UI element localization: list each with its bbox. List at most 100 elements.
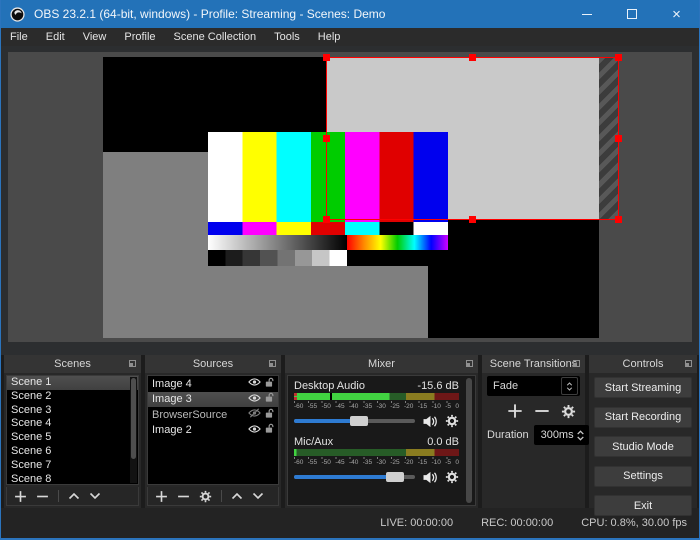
scene-row[interactable]: Scene 6	[7, 445, 138, 459]
lock-open-icon[interactable]	[265, 377, 275, 391]
speaker-icon[interactable]	[422, 471, 438, 484]
source-row-image2[interactable]: Image 2	[148, 423, 278, 439]
scene-row[interactable]: Scene 3	[7, 404, 138, 418]
resize-handle-bottom-left[interactable]	[323, 216, 330, 223]
scenes-toolbar	[6, 487, 139, 506]
visibility-eye-off-icon[interactable]	[248, 408, 261, 421]
add-source-button[interactable]	[155, 490, 168, 503]
start-recording-button[interactable]: Start Recording	[594, 406, 692, 428]
channel-name: Desktop Audio	[294, 380, 365, 392]
start-streaming-button[interactable]: Start Streaming	[594, 377, 692, 398]
scene-row[interactable]: Scene 2	[7, 390, 138, 404]
scene-row[interactable]: Scene 5	[7, 431, 138, 445]
scene-row[interactable]: Scene 7	[7, 459, 138, 473]
selection-outline[interactable]	[323, 54, 622, 223]
sources-panel: Sources Image 4 Image 3 BrowserSource Im…	[145, 355, 281, 508]
scene-canvas[interactable]	[8, 52, 692, 342]
studio-mode-button[interactable]: Studio Mode	[594, 436, 692, 457]
resize-handle-top-right[interactable]	[615, 54, 622, 61]
transition-properties-gear-icon[interactable]	[561, 404, 576, 419]
dock-row: Scenes Scene 1 Scene 2 Scene 3 Scene 4 Scene…	[1, 355, 699, 516]
resize-handle-bottom-right[interactable]	[615, 216, 622, 223]
menu-scene-collection[interactable]: Scene Collection	[165, 28, 266, 46]
scene-row[interactable]: Scene 1	[7, 376, 138, 390]
source-row-image4[interactable]: Image 4	[148, 376, 278, 392]
move-scene-up-button[interactable]	[68, 492, 80, 500]
visibility-eye-icon[interactable]	[248, 393, 261, 406]
slider-handle[interactable]	[386, 472, 405, 482]
controls-header[interactable]: Controls	[589, 355, 697, 373]
controls-panel: Controls Start Streaming Start Recording…	[589, 355, 697, 516]
resize-handle-middle-right[interactable]	[615, 135, 622, 142]
resize-handle-middle-left[interactable]	[323, 135, 330, 142]
db-scale: -60 -55 -50 -45 -40 -35 -30 -25 -20 -15 -10 -5 0	[294, 403, 459, 411]
transitions-header[interactable]: Scene Transitions	[482, 355, 585, 373]
channel-settings-gear-icon[interactable]	[445, 470, 459, 484]
mixer-header[interactable]: Mixer	[285, 355, 478, 373]
volume-meter	[294, 449, 459, 456]
maximize-button[interactable]	[609, 0, 654, 28]
menu-profile[interactable]: Profile	[115, 28, 164, 46]
move-scene-down-button[interactable]	[89, 492, 101, 500]
channel-db-value: 0.0 dB	[427, 436, 459, 448]
close-button[interactable]: ×	[654, 0, 699, 28]
exit-button[interactable]: Exit	[594, 495, 692, 516]
menu-view[interactable]: View	[74, 28, 116, 46]
speaker-icon[interactable]	[422, 415, 438, 428]
settings-button[interactable]: Settings	[594, 465, 692, 487]
duration-spinner[interactable]	[574, 429, 587, 441]
scene-row[interactable]: Scene 8	[7, 473, 138, 484]
scene-row[interactable]: Scene 4	[7, 417, 138, 431]
float-dock-icon[interactable]	[685, 360, 692, 367]
lock-open-icon[interactable]	[265, 392, 275, 406]
volume-slider[interactable]	[294, 416, 415, 426]
move-source-up-button[interactable]	[231, 492, 243, 500]
lock-open-icon[interactable]	[265, 423, 275, 437]
remove-source-button[interactable]	[177, 490, 190, 503]
sources-header[interactable]: Sources	[145, 355, 281, 373]
source-row-image3[interactable]: Image 3	[148, 391, 278, 407]
mixer-title: Mixer	[368, 358, 395, 370]
float-dock-icon[interactable]	[269, 360, 276, 367]
chevron-up-icon	[566, 381, 573, 386]
visibility-eye-icon[interactable]	[248, 424, 261, 437]
resize-handle-bottom-middle[interactable]	[469, 216, 476, 223]
menu-help[interactable]: Help	[309, 28, 350, 46]
scrollbar-thumb[interactable]	[466, 378, 472, 503]
resize-handle-top-left[interactable]	[323, 54, 330, 61]
source-row-browsersource[interactable]: BrowserSource	[148, 407, 278, 423]
duration-label: Duration	[487, 429, 529, 441]
transition-select[interactable]: Fade	[487, 376, 580, 396]
move-source-down-button[interactable]	[252, 492, 264, 500]
add-transition-button[interactable]	[507, 403, 523, 419]
scenes-list[interactable]: Scene 1 Scene 2 Scene 3 Scene 4 Scene 5 Scene…	[6, 375, 139, 485]
scrollbar-thumb[interactable]	[131, 378, 136, 459]
select-spinner[interactable]	[561, 377, 578, 395]
remove-scene-button[interactable]	[36, 490, 49, 503]
menu-tools[interactable]: Tools	[265, 28, 309, 46]
slider-handle[interactable]	[350, 416, 369, 426]
minimize-button[interactable]	[564, 0, 609, 28]
resize-handle-top-middle[interactable]	[469, 54, 476, 61]
mixer-channel-mic-aux: Mic/Aux 0.0 dB -60 -55 -50 -45 -40 -35 -30 -25-…	[294, 435, 459, 485]
sources-list[interactable]: Image 4 Image 3 BrowserSource Image 2	[147, 375, 279, 485]
float-dock-icon[interactable]	[573, 360, 580, 367]
db-scale-label: -5	[445, 459, 452, 466]
float-dock-icon[interactable]	[466, 360, 473, 367]
add-scene-button[interactable]	[14, 490, 27, 503]
duration-field[interactable]: 300ms	[533, 425, 589, 445]
menu-edit[interactable]: Edit	[37, 28, 74, 46]
float-dock-icon[interactable]	[129, 360, 136, 367]
db-scale-label: -40	[349, 403, 359, 410]
remove-transition-button[interactable]	[534, 403, 550, 419]
source-properties-gear-icon[interactable]	[199, 490, 212, 503]
minimize-icon	[581, 13, 592, 15]
menu-file[interactable]: File	[1, 28, 37, 46]
scenes-scrollbar[interactable]	[130, 377, 137, 483]
volume-slider[interactable]	[294, 472, 415, 482]
scenes-header[interactable]: Scenes	[4, 355, 141, 373]
lock-open-icon[interactable]	[265, 408, 275, 422]
visibility-eye-icon[interactable]	[248, 377, 261, 390]
channel-settings-gear-icon[interactable]	[445, 414, 459, 428]
mixer-scrollbar[interactable]	[465, 378, 473, 503]
